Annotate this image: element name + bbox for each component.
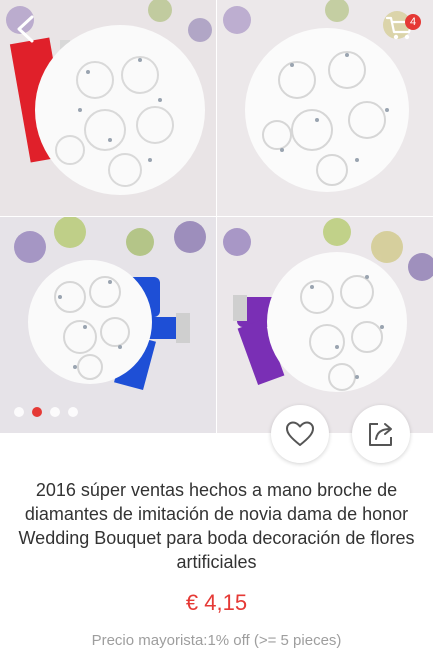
product-image-gallery[interactable] [0,0,433,433]
heart-icon [286,421,314,446]
cart-button[interactable]: 4 [385,12,421,46]
gallery-page-dot[interactable] [50,407,60,417]
share-button[interactable] [352,405,410,463]
back-arrow-icon [17,15,34,43]
back-button[interactable] [10,12,44,46]
share-icon [369,423,392,446]
gallery-page-dot-active[interactable] [32,407,42,417]
gallery-pagination [14,407,78,417]
bouquet-blue-ribbon-image [0,217,216,433]
wholesale-price-note: Precio mayorista:1% off (>= 5 pieces) [91,632,342,649]
product-price: € 4,15 [185,590,248,615]
bouquet-purple-ribbon-image [217,217,433,433]
gallery-page-dot[interactable] [68,407,78,417]
wishlist-button[interactable] [271,405,329,463]
product-title: 2016 súper ventas hechos a mano broche d… [18,480,415,572]
gallery-page-dot[interactable] [14,407,24,417]
gallery-divider-horizontal [0,216,433,217]
cart-count-badge: 4 [405,14,421,30]
